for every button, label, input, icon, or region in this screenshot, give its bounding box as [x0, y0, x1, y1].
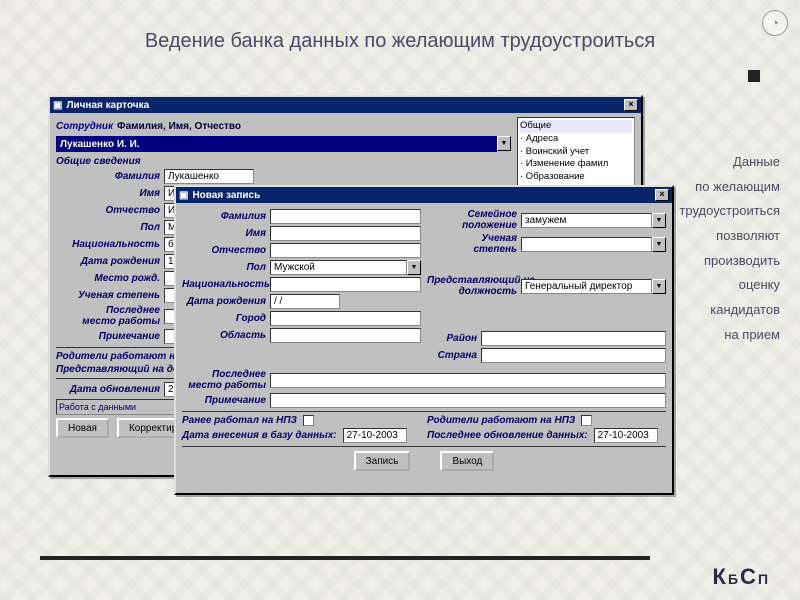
label-patronymic: Отчество — [182, 245, 266, 256]
entered-field[interactable]: 27-10-2003 — [343, 428, 407, 443]
parents-npz-checkbox[interactable] — [581, 415, 592, 426]
name-field[interactable] — [270, 226, 421, 241]
category-listbox[interactable]: Общие · Адреса · Воинский учет · Изменен… — [517, 117, 635, 195]
region-field[interactable] — [270, 328, 421, 343]
patronymic-field[interactable] — [270, 243, 421, 258]
chevron-down-icon[interactable]: ▼ — [652, 213, 666, 228]
label-dob: Дата рождения — [182, 296, 266, 307]
label-updated: Дата обновления — [56, 384, 160, 395]
exit-button[interactable]: Выход — [440, 451, 494, 471]
label-worked-npz: Ранее работал на НПЗ — [182, 415, 297, 426]
window-new-record: ▣ Новая запись × Фамилия Имя Отчество По… — [174, 185, 674, 495]
degree-dropdown[interactable] — [521, 237, 652, 252]
marital-dropdown[interactable]: замужем — [521, 213, 652, 228]
label-city: Город — [182, 313, 266, 324]
titlebar-new-record[interactable]: ▣ Новая запись × — [176, 187, 672, 203]
nationality-field[interactable] — [270, 277, 421, 292]
label-birthplace: Место рожд. — [56, 273, 160, 284]
list-item[interactable]: · Образование — [520, 171, 632, 184]
label-name: Имя — [56, 188, 160, 199]
label-district: Район — [427, 333, 477, 344]
list-item[interactable]: · Адреса — [520, 133, 632, 146]
surname-field[interactable]: Лукашенко — [164, 169, 254, 184]
label-rep: Представляющий на должность — [427, 275, 517, 297]
app-icon: ▣ — [53, 100, 62, 111]
brand-logo: КБСП — [713, 564, 770, 590]
label-nationality: Национальность — [56, 239, 160, 250]
label-nationality: Национальность — [182, 279, 266, 290]
chevron-down-icon[interactable]: ▼ — [497, 136, 511, 151]
side-caption: Данные по желающим трудоустроиться позво… — [660, 150, 780, 348]
label-name: Имя — [182, 228, 266, 239]
titlebar-personal-card[interactable]: ▣ Личная карточка × — [50, 97, 641, 113]
label-surname: Фамилия — [56, 171, 160, 182]
label-degree: Ученая степень — [56, 290, 160, 301]
updated-field[interactable]: 27-10-2003 — [594, 428, 658, 443]
page-title: Ведение банка данных по желающим трудоус… — [0, 30, 800, 53]
fio-label: Фамилия, Имя, Отчество — [117, 121, 241, 132]
sex-dropdown[interactable]: Мужской — [270, 260, 407, 275]
city-field[interactable] — [270, 311, 421, 326]
app-icon: ▣ — [179, 190, 188, 201]
label-patronymic: Отчество — [56, 205, 160, 216]
list-item[interactable]: · Изменение фамил — [520, 158, 632, 171]
section-employee-label: Сотрудник — [56, 121, 113, 132]
label-lastjob: Последнее место работы — [56, 305, 160, 327]
save-button[interactable]: Запись — [354, 451, 411, 471]
rep-dropdown[interactable]: Генеральный директор — [521, 279, 652, 294]
surname-field[interactable] — [270, 209, 421, 224]
label-note: Примечание — [56, 331, 160, 342]
label-surname: Фамилия — [182, 211, 266, 222]
close-icon[interactable]: × — [655, 189, 669, 201]
label-region: Область — [182, 330, 266, 341]
label-sex: Пол — [182, 262, 266, 273]
employee-combo[interactable]: Лукашенко И. И. — [56, 136, 497, 152]
label-updated: Последнее обновление данных: — [427, 430, 588, 441]
label-country: Страна — [427, 350, 477, 361]
window-title: Новая запись — [192, 190, 260, 201]
district-field[interactable] — [481, 331, 666, 346]
new-button[interactable]: Новая — [56, 418, 109, 438]
chevron-down-icon[interactable]: ▼ — [652, 279, 666, 294]
list-item[interactable]: Общие — [520, 120, 632, 133]
label-sex: Пол — [56, 222, 160, 233]
window-title: Личная карточка — [66, 100, 149, 111]
chevron-down-icon[interactable]: ▼ — [652, 237, 666, 252]
label-note: Примечание — [182, 395, 266, 406]
label-marital: Семейное положение — [427, 209, 517, 231]
label-entered: Дата внесения в базу данных: — [182, 430, 337, 441]
label-dob: Дата рождения — [56, 256, 160, 267]
note-field[interactable] — [270, 393, 666, 408]
worked-npz-checkbox[interactable] — [303, 415, 314, 426]
chevron-down-icon[interactable]: ▼ — [407, 260, 421, 275]
close-icon[interactable]: × — [624, 99, 638, 111]
label-degree: Ученая степень — [427, 233, 517, 255]
country-field[interactable] — [481, 348, 666, 363]
section-general-label: Общие сведения — [56, 156, 511, 167]
list-item[interactable]: · Воинский учет — [520, 146, 632, 159]
lastjob-field[interactable] — [270, 373, 666, 388]
dob-field[interactable]: / / — [270, 294, 340, 309]
decoration-rule — [40, 556, 650, 560]
label-parents-npz: Родители работают на НПЗ — [427, 415, 575, 426]
decoration-square — [748, 70, 760, 82]
label-lastjob: Последнее место работы — [182, 369, 266, 391]
